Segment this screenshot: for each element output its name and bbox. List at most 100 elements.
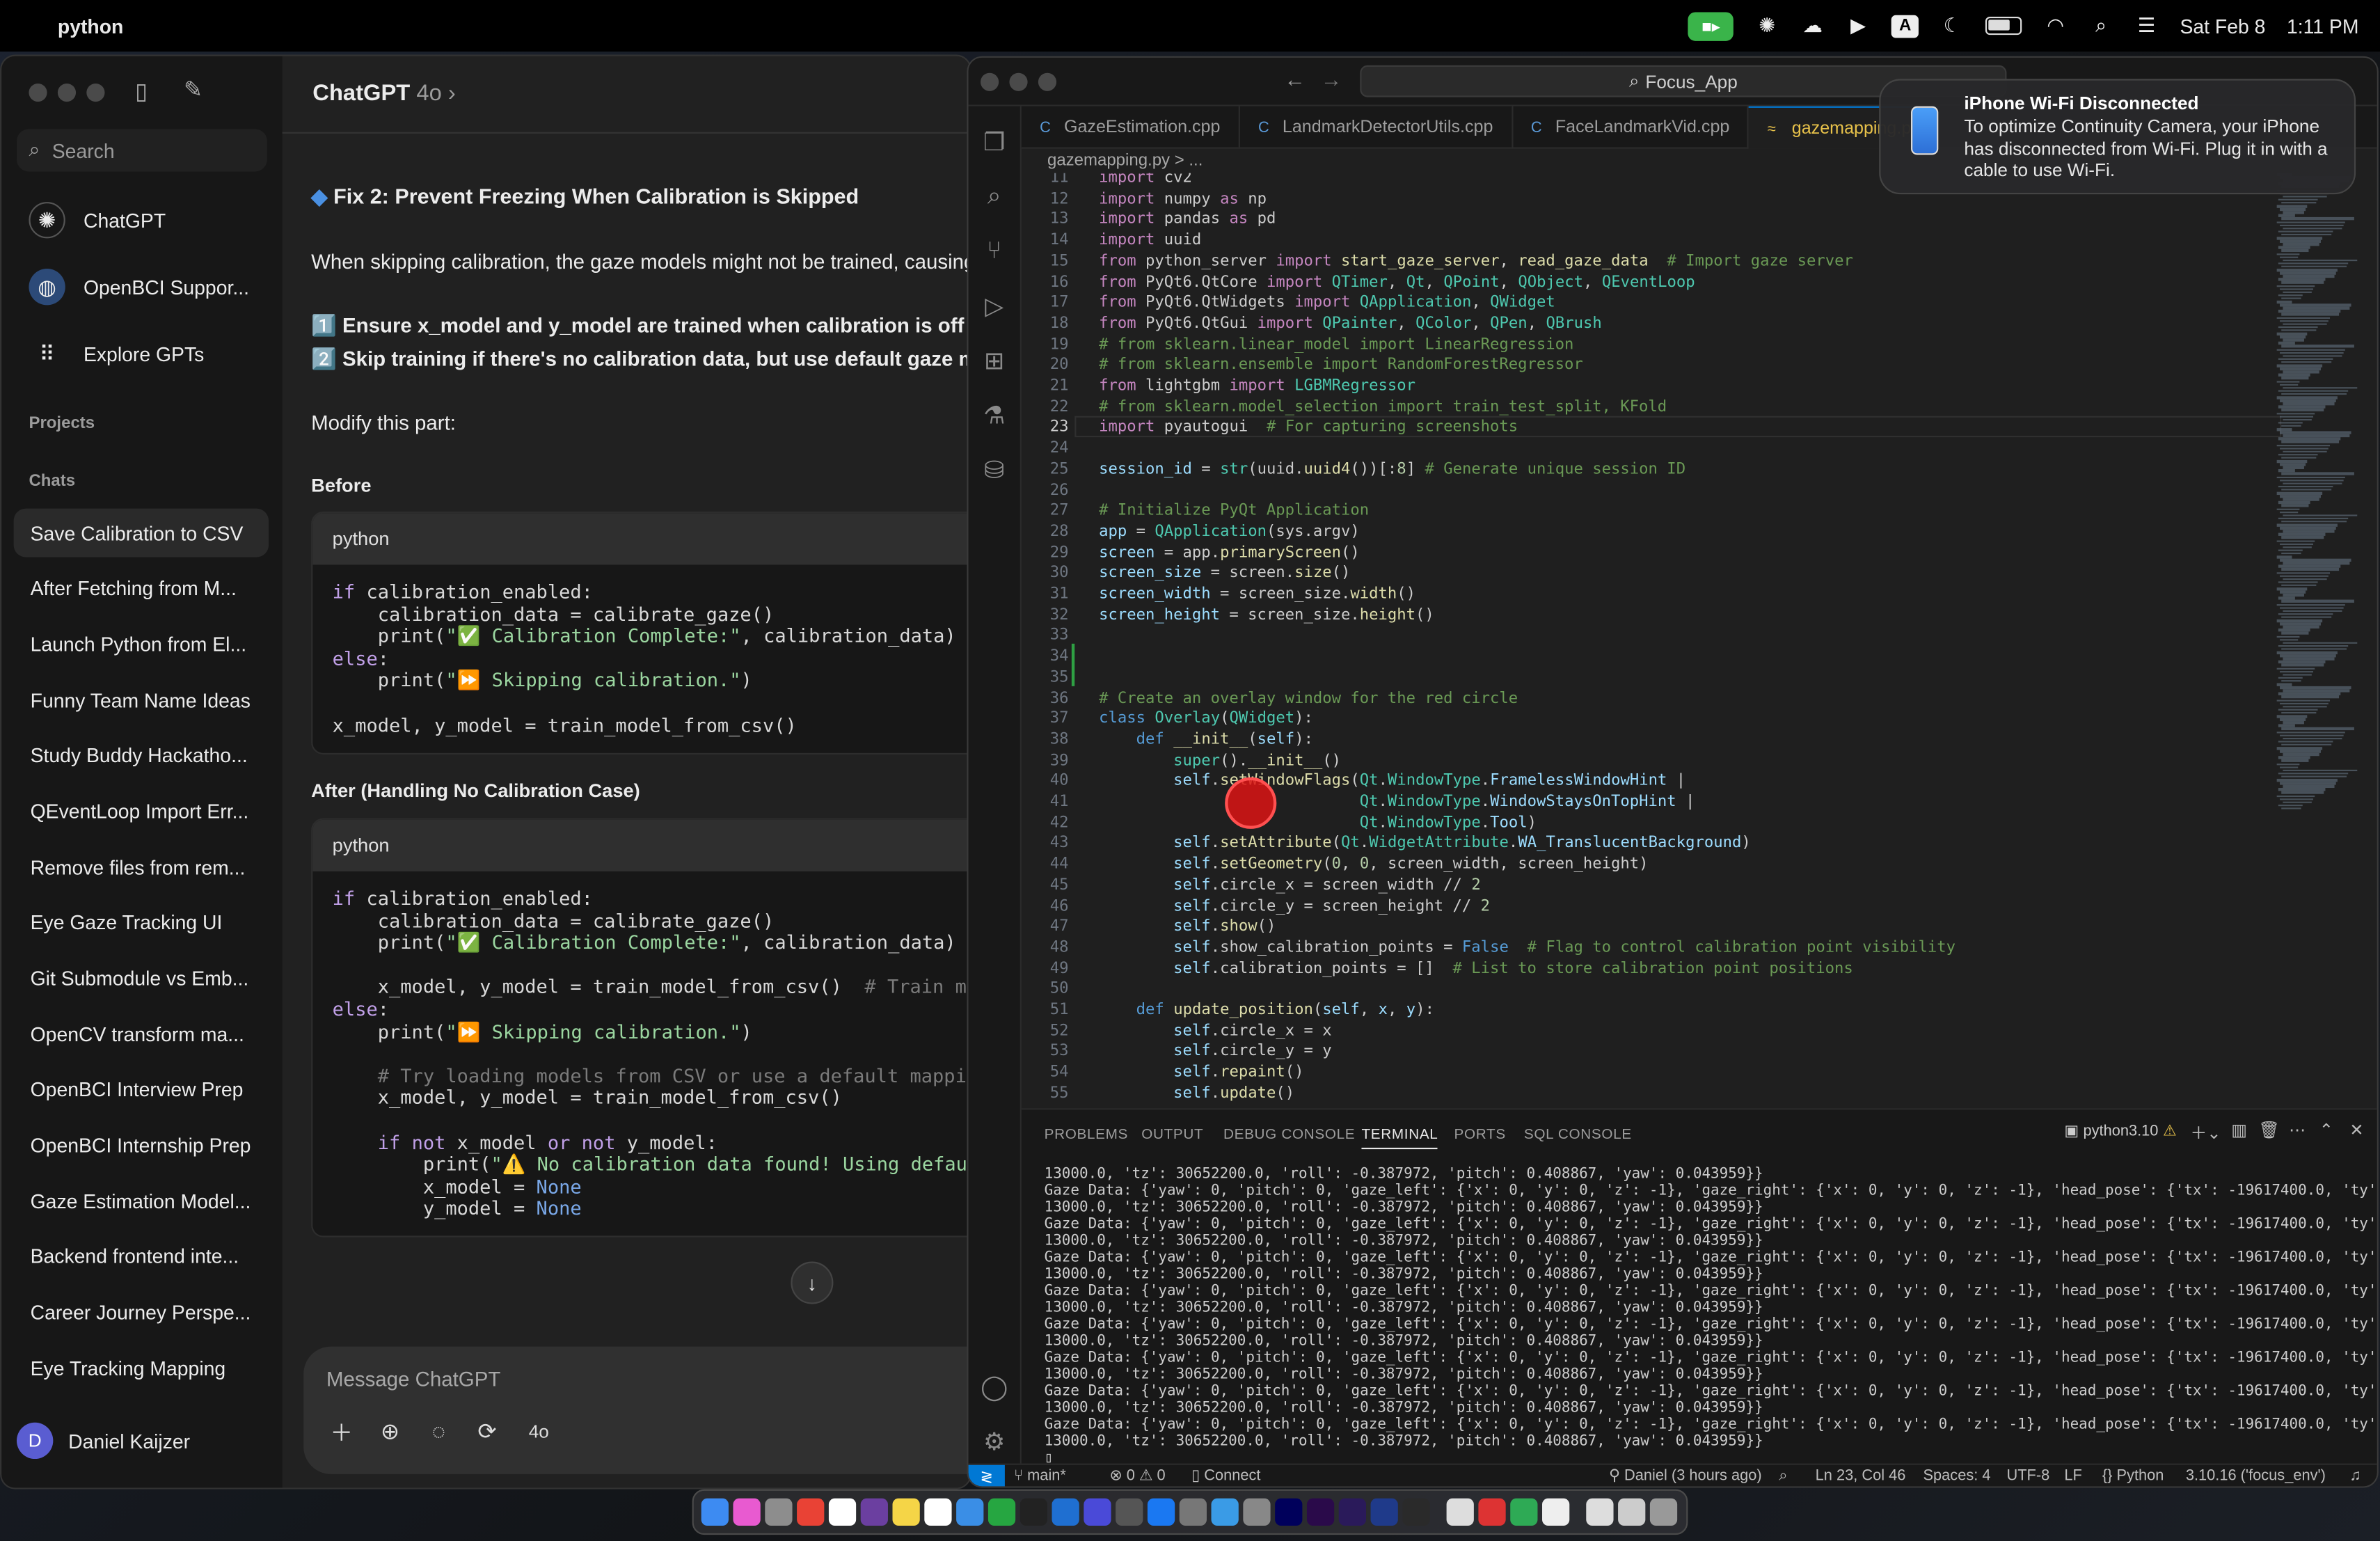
line-number[interactable]: 21 — [1022, 378, 1069, 395]
line-number[interactable]: 40 — [1022, 773, 1069, 790]
more-actions-icon[interactable]: ⋯ — [2289, 1121, 2306, 1140]
line-number[interactable]: 23 — [1022, 420, 1069, 436]
chat-item[interactable]: Career Journey Perspe... — [14, 1288, 269, 1336]
code-line[interactable]: super().__init__() — [1099, 752, 1341, 769]
input-source-icon[interactable]: A — [1891, 14, 1919, 38]
line-number[interactable]: 44 — [1022, 856, 1069, 873]
line-number[interactable]: 34 — [1022, 649, 1069, 665]
progress-app-icon[interactable] — [987, 1498, 1016, 1526]
problems-count[interactable]: ⊗ 0 ⚠ 0 — [1109, 1468, 1165, 1485]
terminal-output[interactable]: 13000.0, 'tz': 30652200.0, 'roll': -0.38… — [1045, 1166, 2377, 1467]
trash-can-icon[interactable] — [1649, 1498, 1678, 1526]
calendar-icon[interactable] — [828, 1498, 857, 1526]
screenshot-icon[interactable] — [1243, 1498, 1271, 1526]
tab-gazeestimation-cpp[interactable]: C GazeEstimation.cpp — [1022, 106, 1240, 149]
code-line[interactable]: def __init__(self): — [1099, 732, 1313, 748]
line-number[interactable]: 12 — [1022, 191, 1069, 207]
code-line[interactable]: import numpy as np — [1099, 191, 1267, 207]
split-terminal-icon[interactable]: ▥ — [2231, 1121, 2247, 1140]
line-number[interactable]: 20 — [1022, 357, 1069, 374]
code-line[interactable]: self.setWindowFlags(Qt.WindowType.Framel… — [1099, 773, 1685, 790]
code-line[interactable]: # from sklearn.model_selection import tr… — [1099, 399, 1667, 416]
zoom-icon[interactable]: ⌕ — [1779, 1468, 1787, 1485]
line-number[interactable]: 45 — [1022, 877, 1069, 894]
chat-item[interactable]: Study Buddy Hackatho... — [14, 730, 269, 779]
terminal-app-icon[interactable] — [1020, 1498, 1047, 1526]
chat-item[interactable]: Gaze Estimation Model... — [14, 1176, 269, 1225]
sidebar-item-chatgpt[interactable]: ✺ ChatGPT — [14, 193, 269, 248]
code-line[interactable]: def update_position(self, x, y): — [1099, 1002, 1434, 1019]
media-encoder-icon[interactable] — [1338, 1498, 1367, 1526]
line-number[interactable]: 49 — [1022, 961, 1069, 977]
line-number[interactable]: 25 — [1022, 461, 1069, 478]
minimize-window-button[interactable] — [57, 83, 77, 102]
tab-landmarkdetectorutils-cpp[interactable]: C LandmarkDetectorUtils.cpp — [1240, 106, 1513, 149]
line-number[interactable]: 41 — [1022, 794, 1069, 811]
close-window-button[interactable] — [981, 72, 999, 91]
chat-item[interactable]: QEventLoop Import Err... — [14, 787, 269, 835]
numbers-icon[interactable] — [1510, 1498, 1538, 1526]
code-line[interactable]: screen_width = screen_size.width() — [1099, 586, 1415, 603]
code-line[interactable]: self.show_calibration_points = False # F… — [1099, 940, 1955, 956]
code-line[interactable]: from PyQt6.QtWidgets import QApplication… — [1099, 295, 1555, 312]
pages-icon[interactable] — [1446, 1498, 1474, 1526]
line-number[interactable]: 35 — [1022, 669, 1069, 686]
encoding[interactable]: UTF-8 — [2006, 1468, 2049, 1485]
code-line[interactable]: app = QApplication(sys.argv) — [1099, 523, 1360, 540]
language-mode[interactable]: {} Python — [2102, 1468, 2164, 1485]
line-number[interactable]: 53 — [1022, 1043, 1069, 1060]
tab-ports[interactable]: PORTS — [1454, 1126, 1506, 1143]
chat-item[interactable]: Git Submodule vs Emb... — [14, 954, 269, 1002]
code-line[interactable]: # from sklearn.linear_model import Linea… — [1099, 336, 1573, 353]
chat-item[interactable]: Eye Tracking Mapping — [14, 1343, 269, 1392]
live-app-icon[interactable] — [1402, 1498, 1430, 1526]
acrobat-icon[interactable] — [1478, 1498, 1506, 1526]
code-line[interactable]: from PyQt6.QtCore import QTimer, Qt, QPo… — [1099, 274, 1695, 291]
wifi-icon[interactable]: ◠ — [2043, 14, 2068, 38]
connect-button[interactable]: ▯ Connect — [1191, 1468, 1260, 1485]
gear-icon[interactable]: ⚙ — [979, 1427, 1010, 1457]
line-number[interactable]: 43 — [1022, 835, 1069, 852]
code-line[interactable]: self.setGeometry(0, 0, screen_width, scr… — [1099, 856, 1648, 873]
creative-cloud-icon[interactable]: ☁ — [1800, 14, 1825, 38]
line-number[interactable]: 31 — [1022, 586, 1069, 603]
line-number[interactable]: 15 — [1022, 253, 1069, 270]
help-icon[interactable] — [1116, 1498, 1143, 1526]
premiere-icon[interactable] — [1306, 1498, 1335, 1526]
line-number[interactable]: 55 — [1022, 1085, 1069, 1102]
tab-output[interactable]: OUTPUT — [1141, 1126, 1203, 1143]
code-line[interactable]: import cv2 — [1099, 173, 1192, 187]
code-line[interactable]: # Initialize PyQt Application — [1099, 503, 1369, 519]
chat-item[interactable]: Eye Gaze Tracking UI — [14, 897, 269, 946]
extensions-icon[interactable]: ⊞ — [979, 346, 1010, 377]
line-number[interactable]: 47 — [1022, 919, 1069, 935]
app-store-icon[interactable] — [1147, 1498, 1175, 1526]
chat-item[interactable]: Remove files from rem... — [14, 843, 269, 892]
new-terminal-icon[interactable]: ＋⌄ — [2190, 1121, 2221, 1145]
line-number[interactable]: 50 — [1022, 981, 1069, 998]
tab-debug-console[interactable]: DEBUG CONSOLE — [1223, 1126, 1355, 1143]
search-input[interactable]: ⌕ Search — [16, 129, 267, 172]
toggle-sidebar-icon[interactable]: ▯ — [135, 77, 148, 104]
run-debug-icon[interactable]: ▷ — [979, 292, 1010, 322]
line-number[interactable]: 52 — [1022, 1022, 1069, 1039]
chatgpt-menu-icon[interactable]: ✺ — [1755, 14, 1779, 38]
line-number[interactable]: 26 — [1022, 482, 1069, 499]
line-number[interactable]: 28 — [1022, 523, 1069, 540]
new-chat-icon[interactable]: ✎ — [184, 76, 203, 103]
chrome-icon[interactable] — [797, 1498, 825, 1526]
chat-item[interactable]: Save Calibration to CSV — [13, 508, 269, 558]
line-number[interactable]: 13 — [1022, 212, 1069, 228]
sidebar-item-openbci-support[interactable]: ◍ OpenBCI Suppor... — [14, 260, 269, 315]
code-line[interactable]: from python_server import start_gaze_ser… — [1099, 253, 1853, 270]
line-number[interactable]: 11 — [1022, 173, 1069, 187]
attach-plus-icon[interactable]: ＋ — [325, 1415, 358, 1448]
git-branch[interactable]: ⑂ main* — [1014, 1468, 1066, 1485]
launchpad-icon[interactable] — [733, 1498, 761, 1526]
composer-input[interactable]: Message ChatGPT — [326, 1368, 500, 1391]
line-number[interactable]: 29 — [1022, 544, 1069, 561]
code-line[interactable]: self.circle_x = screen_width // 2 — [1099, 877, 1481, 894]
code-line[interactable]: Qt.WindowType.WindowStaysOnTopHint | — [1099, 794, 1695, 811]
tab-problems[interactable]: PROBLEMS — [1045, 1126, 1128, 1143]
active-app-name[interactable]: python — [58, 15, 124, 38]
